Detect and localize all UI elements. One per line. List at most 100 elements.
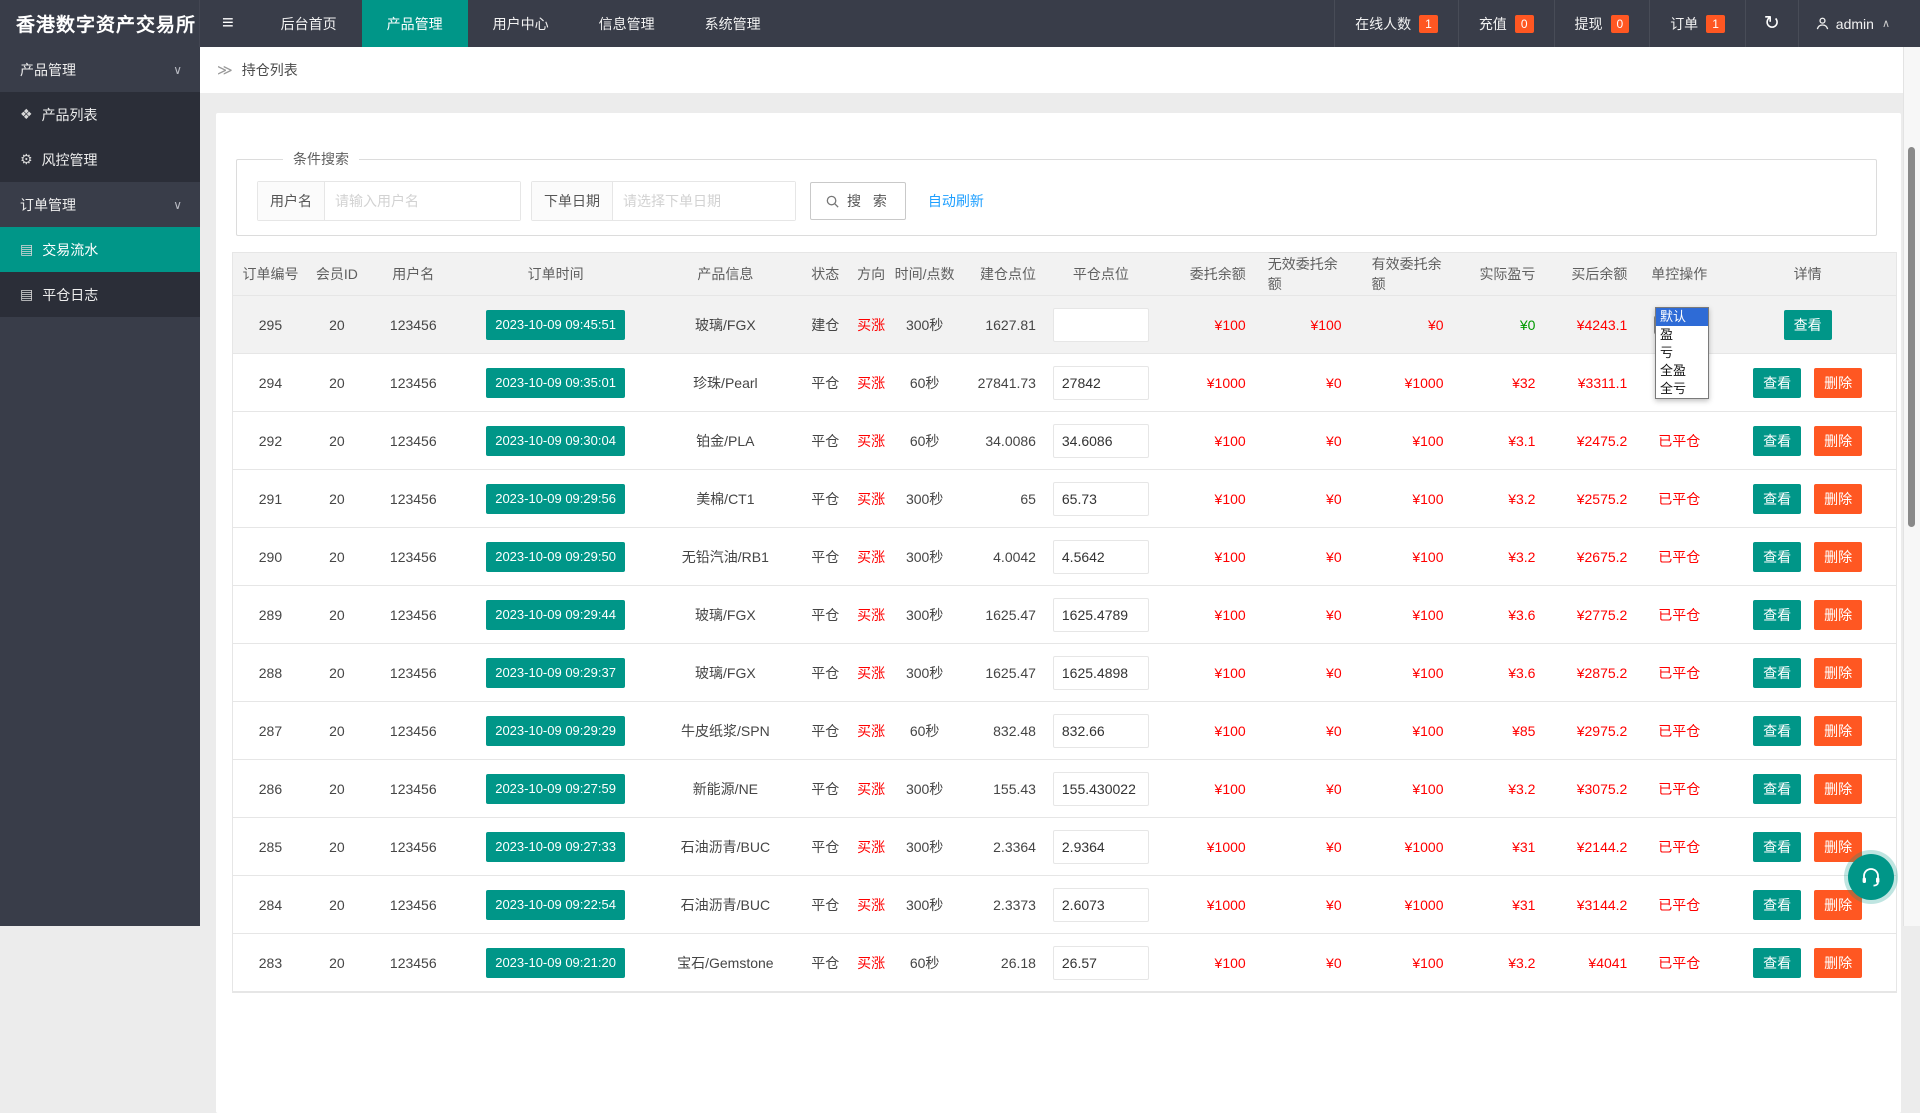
control-status: 已平仓	[1658, 953, 1700, 973]
close-point-input[interactable]	[1053, 482, 1149, 516]
stat-recharge[interactable]: 充值 0	[1458, 0, 1554, 47]
direction-value: 买涨	[857, 373, 885, 393]
cell-id: 289	[233, 586, 308, 643]
cell-control: 已平仓	[1639, 586, 1719, 643]
cell-product: 玻璃/FGX	[650, 644, 800, 701]
cell-entrust: ¥1000	[1160, 818, 1268, 875]
view-button[interactable]: 查看	[1753, 890, 1801, 920]
cell-close	[1042, 644, 1160, 701]
nav-item-products[interactable]: 产品管理	[362, 0, 468, 47]
close-point-input[interactable]	[1053, 946, 1149, 980]
column-header: 方向	[850, 253, 892, 295]
nav-item-home[interactable]: 后台首页	[256, 0, 362, 47]
nav-item-system[interactable]: 系统管理	[680, 0, 786, 47]
order-date-input[interactable]	[613, 182, 795, 220]
view-button[interactable]: 查看	[1753, 948, 1801, 978]
delete-button[interactable]: 删除	[1814, 484, 1862, 514]
column-header: 产品信息	[650, 253, 800, 295]
control-dropdown: 默认盈亏全盈全亏	[1655, 307, 1709, 399]
cell-product: 玻璃/FGX	[650, 586, 800, 643]
cell-member: 20	[308, 528, 366, 585]
stat-recharge-label: 充值	[1479, 14, 1507, 34]
view-button[interactable]: 查看	[1753, 426, 1801, 456]
delete-button[interactable]: 删除	[1814, 368, 1862, 398]
close-point-input[interactable]	[1053, 598, 1149, 632]
delete-button[interactable]: 删除	[1814, 658, 1862, 688]
view-button[interactable]: 查看	[1753, 484, 1801, 514]
document-icon: ▤	[20, 286, 33, 303]
cell-dur: 60秒	[892, 412, 957, 469]
user-menu[interactable]: admin ∧	[1798, 0, 1906, 47]
refresh-icon[interactable]: ↻	[1745, 0, 1798, 47]
sidebar-item-product-list[interactable]: ❖ 产品列表	[0, 92, 200, 137]
cell-balance: ¥2475.2	[1557, 412, 1639, 469]
close-point-input[interactable]	[1053, 772, 1149, 806]
sidebar-item-trade-flow[interactable]: ▤ 交易流水	[0, 227, 200, 272]
cell-dur: 300秒	[892, 470, 957, 527]
delete-button[interactable]: 删除	[1814, 542, 1862, 572]
money-value: ¥100	[1215, 781, 1246, 797]
stat-orders[interactable]: 订单 1	[1649, 0, 1745, 47]
support-float-button[interactable]	[1848, 854, 1894, 900]
cell-valid: ¥100	[1372, 760, 1476, 817]
dropdown-option[interactable]: 默认	[1656, 308, 1708, 326]
stat-online[interactable]: 在线人数 1	[1334, 0, 1458, 47]
cell-member: 20	[308, 296, 366, 353]
table-row: 288201234562023-10-09 09:29:37玻璃/FGX平仓买涨…	[233, 644, 1896, 702]
cell-user: 123456	[366, 354, 461, 411]
delete-button[interactable]: 删除	[1814, 832, 1862, 862]
scrollbar-track[interactable]	[1903, 47, 1920, 926]
view-button[interactable]: 查看	[1784, 310, 1832, 340]
close-point-input[interactable]	[1053, 714, 1149, 748]
delete-button[interactable]: 删除	[1814, 716, 1862, 746]
auto-refresh-link[interactable]: 自动刷新	[928, 191, 984, 211]
cell-status: 平仓	[800, 644, 850, 701]
stat-orders-badge: 1	[1706, 15, 1725, 33]
delete-button[interactable]: 删除	[1814, 774, 1862, 804]
cell-valid: ¥100	[1372, 412, 1476, 469]
sidebar-item-order-mgmt[interactable]: 订单管理 ∨	[0, 182, 200, 227]
control-status: 已平仓	[1658, 489, 1700, 509]
delete-button[interactable]: 删除	[1814, 426, 1862, 456]
close-point-input[interactable]	[1053, 424, 1149, 458]
cell-product: 宝石/Gemstone	[650, 934, 800, 991]
dropdown-option[interactable]: 亏	[1656, 344, 1708, 362]
top-right-cluster: 在线人数 1 充值 0 提现 0 订单 1 ↻ admin ∧	[1334, 0, 1906, 47]
close-point-input[interactable]	[1053, 366, 1149, 400]
money-value: ¥4243.1	[1577, 317, 1628, 333]
close-point-input[interactable]	[1053, 656, 1149, 690]
username-input[interactable]	[325, 182, 520, 220]
order-time-badge: 2023-10-09 09:27:33	[486, 832, 625, 862]
view-button[interactable]: 查看	[1753, 542, 1801, 572]
control-status: 已平仓	[1658, 663, 1700, 683]
close-point-input[interactable]	[1053, 540, 1149, 574]
nav-item-users[interactable]: 用户中心	[468, 0, 574, 47]
dropdown-option[interactable]: 全亏	[1656, 380, 1708, 398]
direction-value: 买涨	[857, 547, 885, 567]
view-button[interactable]: 查看	[1753, 658, 1801, 688]
search-button[interactable]: 搜 索	[810, 182, 906, 220]
sidebar-item-risk-mgmt[interactable]: ⚙ 风控管理	[0, 137, 200, 182]
column-header: 委托余额	[1160, 253, 1268, 295]
view-button[interactable]: 查看	[1753, 716, 1801, 746]
scrollbar-thumb[interactable]	[1908, 147, 1915, 527]
close-point-input[interactable]	[1053, 888, 1149, 922]
dropdown-option[interactable]: 盈	[1656, 326, 1708, 344]
money-value: ¥2475.2	[1577, 433, 1628, 449]
view-button[interactable]: 查看	[1753, 774, 1801, 804]
delete-button[interactable]: 删除	[1814, 600, 1862, 630]
view-button[interactable]: 查看	[1753, 600, 1801, 630]
delete-button[interactable]: 删除	[1814, 948, 1862, 978]
nav-item-info[interactable]: 信息管理	[574, 0, 680, 47]
close-point-input[interactable]	[1053, 830, 1149, 864]
menu-toggle-icon[interactable]: ≡	[200, 0, 256, 47]
view-button[interactable]: 查看	[1753, 832, 1801, 862]
view-button[interactable]: 查看	[1753, 368, 1801, 398]
close-point-input[interactable]	[1053, 308, 1149, 342]
stat-withdraw[interactable]: 提现 0	[1554, 0, 1650, 47]
dropdown-option[interactable]: 全盈	[1656, 362, 1708, 380]
cell-dir: 买涨	[850, 876, 892, 933]
sidebar-item-close-log[interactable]: ▤ 平仓日志	[0, 272, 200, 317]
sidebar-item-product-mgmt[interactable]: 产品管理 ∨	[0, 47, 200, 92]
cell-time: 2023-10-09 09:29:44	[461, 586, 651, 643]
